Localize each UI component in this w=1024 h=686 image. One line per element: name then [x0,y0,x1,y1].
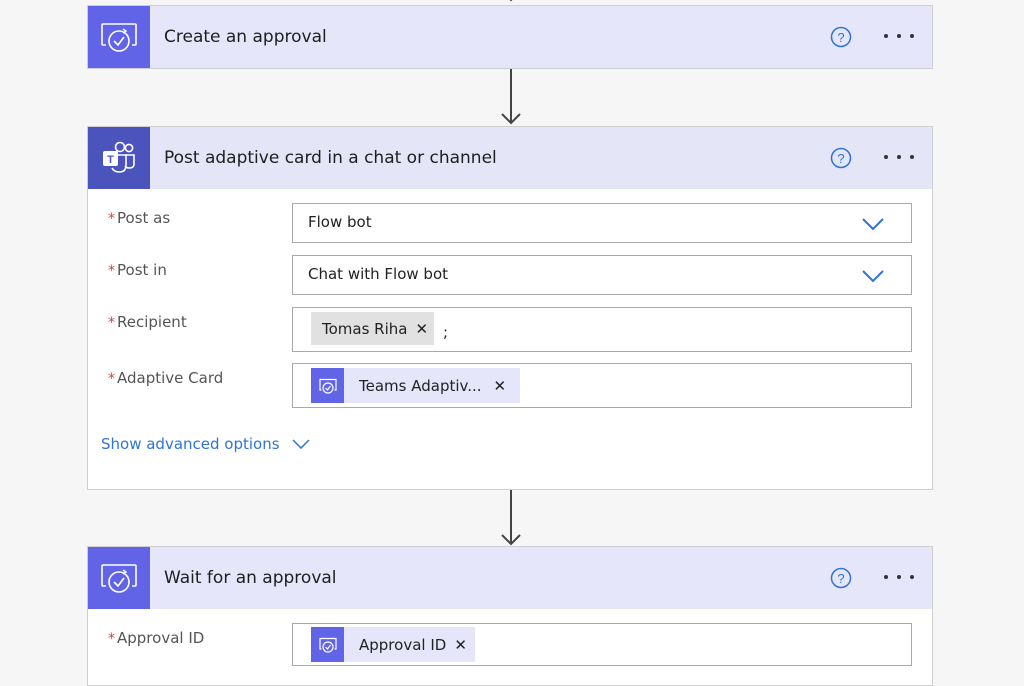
step-header[interactable]: T Post adaptive card in a chat or channe… [88,127,932,189]
remove-chip-icon[interactable]: ✕ [415,320,428,338]
field-row-post-in: * Post in Chat with Flow bot [88,255,932,295]
step-title: Create an approval [164,27,327,47]
recipient-input[interactable]: Tomas Riha ✕ ; [292,307,912,352]
approval-id-input[interactable]: Approval ID ✕ [292,623,912,666]
field-label: * Adaptive Card [108,369,224,387]
svg-text:T: T [107,154,114,166]
field-label: * Approval ID [108,629,205,647]
required-marker: * [108,371,115,387]
remove-token-icon[interactable]: ✕ [454,636,467,654]
dropdown-value: Chat with Flow bot [308,265,449,283]
step-header[interactable]: Create an approval ? [88,6,932,68]
help-icon[interactable]: ? [830,26,852,48]
chevron-down-icon[interactable] [861,217,885,231]
field-row-adaptive-card: * Adaptive Card Teams Adaptiv... ✕ [88,363,932,408]
show-advanced-options-link[interactable]: Show advanced options [101,435,310,453]
approval-icon [311,627,344,662]
step-card-create-approval[interactable]: Create an approval ? [87,5,933,69]
svg-text:?: ? [837,30,844,45]
remove-token-icon[interactable]: ✕ [494,377,507,395]
step-title: Wait for an approval [164,568,337,588]
approval-icon [88,547,150,609]
dropdown-value: Flow bot [308,213,372,231]
token-label: Approval ID [359,635,447,654]
field-label: * Recipient [108,313,187,331]
connector-arrow [501,490,521,546]
adaptive-card-input[interactable]: Teams Adaptiv... ✕ [292,363,912,408]
advanced-options-label: Show advanced options [101,435,280,453]
connector-arrow [501,69,521,125]
approval-icon [88,6,150,68]
step-card-wait-for-approval[interactable]: Wait for an approval ? * Approval ID Appr… [87,546,933,686]
recipient-chip[interactable]: Tomas Riha ✕ [311,312,435,345]
field-row-approval-id: * Approval ID Approval ID ✕ [88,623,932,666]
token-label: Teams Adaptiv... [359,376,482,395]
post-as-dropdown[interactable]: Flow bot [292,203,912,243]
more-options-button[interactable] [884,569,914,585]
more-options-button[interactable] [884,149,914,165]
required-marker: * [108,631,115,647]
step-title: Post adaptive card in a chat or channel [164,148,497,168]
help-icon[interactable]: ? [830,567,852,589]
step-header[interactable]: Wait for an approval ? [88,547,932,609]
chevron-down-icon [292,439,310,449]
field-row-post-as: * Post as Flow bot [88,203,932,243]
field-row-recipient: * Recipient Tomas Riha ✕ ; [88,307,932,352]
step-card-post-adaptive-card[interactable]: T Post adaptive card in a chat or channe… [87,126,933,490]
dynamic-content-token[interactable]: Teams Adaptiv... ✕ [311,368,521,403]
field-label: * Post in [108,261,167,279]
required-marker: * [108,263,115,279]
dynamic-content-token[interactable]: Approval ID ✕ [311,627,475,662]
svg-text:?: ? [837,151,844,166]
required-marker: * [108,315,115,331]
teams-icon: T [88,127,150,189]
chip-label: Tomas Riha [322,319,408,338]
more-options-button[interactable] [884,28,914,44]
help-icon[interactable]: ? [830,147,852,169]
chevron-down-icon[interactable] [861,269,885,283]
field-label: * Post as [108,209,171,227]
svg-text:?: ? [837,571,844,586]
required-marker: * [108,211,115,227]
recipient-separator: ; [443,323,449,341]
post-in-dropdown[interactable]: Chat with Flow bot [292,255,912,295]
approval-icon [311,368,344,403]
